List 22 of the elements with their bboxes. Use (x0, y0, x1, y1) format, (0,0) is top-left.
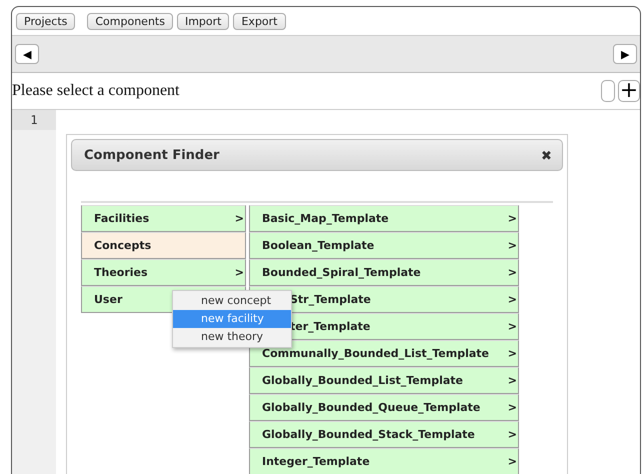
line-number: 1 (12, 110, 56, 130)
add-button[interactable]: + (618, 80, 640, 102)
toolbar-button[interactable]: Export (233, 12, 286, 30)
blank-button[interactable] (601, 80, 615, 102)
template-item[interactable]: Basic_Map_Template > (249, 205, 519, 232)
prompt-text: Please select a component (12, 82, 180, 100)
toolbar-button[interactable]: Components (87, 12, 173, 30)
close-button[interactable]: ✖ (541, 148, 552, 162)
template-item[interactable]: Boolean_Template > (249, 232, 519, 259)
template-item[interactable]: Bounded_Spiral_Template > (249, 259, 519, 286)
toolbar-button[interactable]: Import (176, 12, 230, 30)
category-item[interactable]: Theories > (81, 259, 246, 286)
next-button[interactable]: ▶ (613, 44, 637, 64)
template-item[interactable]: Globally_Bounded_Queue_Template > (249, 394, 519, 421)
template-item[interactable]: Globally_Bounded_Stack_Template > (249, 421, 519, 448)
dialog-title: Component Finder (84, 148, 220, 162)
template-item[interactable]: Globally_Bounded_List_Template > (249, 367, 519, 394)
category-item[interactable]: Concepts (81, 232, 246, 259)
previous-button[interactable]: ◀ (15, 44, 39, 64)
toolbar-button[interactable]: Projects (16, 12, 76, 30)
template-item[interactable]: Integer_Template > (249, 448, 519, 474)
category-item[interactable]: Facilities > (81, 205, 246, 232)
